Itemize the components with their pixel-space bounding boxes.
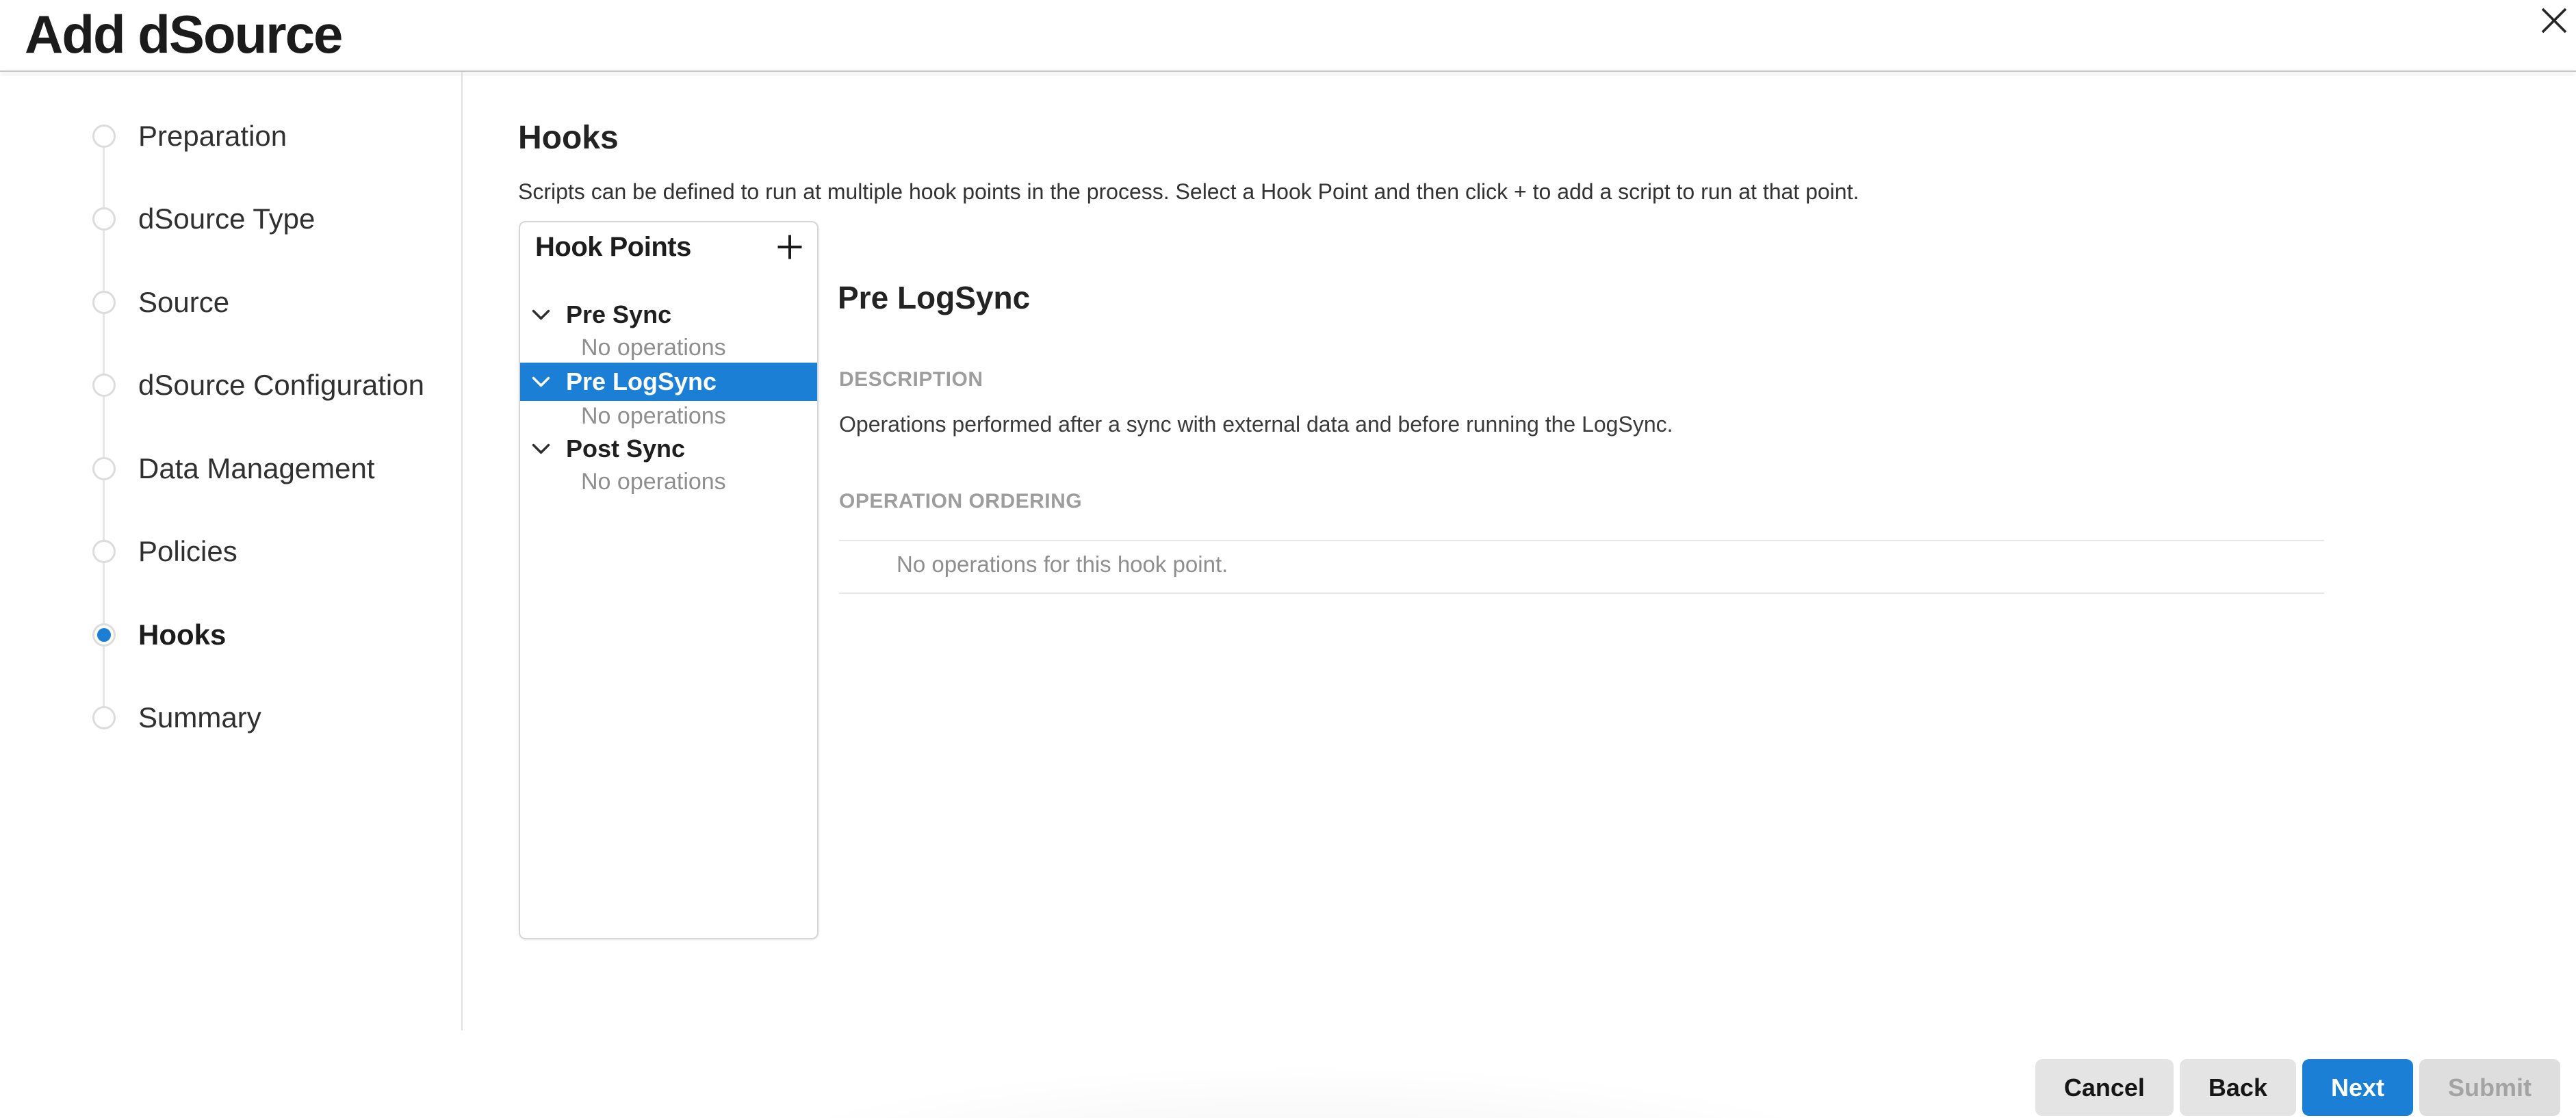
hook-point-row[interactable]: Pre Sync — [520, 297, 817, 333]
hook-points-title: Hook Points — [535, 233, 691, 261]
step-label: Data Management — [138, 452, 375, 485]
ordering-empty-text: No operations for this hook point. — [897, 551, 1228, 577]
sidebar-step[interactable]: Source — [0, 261, 461, 344]
page-title: Add dSource — [25, 1, 342, 68]
step-circle-icon — [92, 125, 116, 148]
add-dsource-dialog: Add dSource Preparation dSource Type Sou… — [0, 0, 2576, 1118]
step-circle-icon — [92, 207, 116, 231]
ordering-divider-bottom — [839, 593, 2324, 594]
footer-button[interactable]: Submit — [2419, 1059, 2560, 1116]
hook-point-row[interactable]: Post Sync — [520, 431, 817, 467]
active-step-dot — [97, 628, 111, 642]
hook-point-note: No operations — [520, 467, 817, 497]
hook-point-note: No operations — [520, 401, 817, 431]
hook-point-item: Post Sync No operations — [520, 431, 817, 497]
add-hook-button[interactable] — [775, 232, 805, 262]
selected-hook-heading: Pre LogSync — [838, 282, 1030, 313]
sidebar-step[interactable]: Data Management — [0, 427, 461, 510]
hook-point-label: Post Sync — [566, 434, 685, 463]
step-circle-icon — [92, 623, 116, 647]
step-label: Preparation — [138, 120, 287, 153]
ordering-divider-top — [839, 540, 2324, 541]
hook-point-note: No operations — [520, 333, 817, 363]
step-label: Hooks — [138, 619, 226, 651]
step-label: Summary — [138, 701, 261, 734]
sidebar-step[interactable]: Summary — [0, 677, 461, 760]
header-divider — [0, 70, 2576, 72]
description-section-label: DESCRIPTION — [839, 369, 983, 390]
step-label: dSource Type — [138, 203, 315, 235]
step-circle-icon — [92, 540, 116, 563]
hook-point-label: Pre LogSync — [566, 367, 717, 396]
step-circle-icon — [92, 457, 116, 480]
hook-point-row[interactable]: Pre LogSync — [520, 363, 817, 401]
hook-point-item: Pre Sync No operations — [520, 297, 817, 363]
wizard-stepper: Preparation dSource Type Source dSource … — [0, 94, 461, 759]
footer-button-bar: Cancel Back Next Submit — [2035, 1059, 2560, 1116]
step-label: dSource Configuration — [138, 369, 424, 402]
hook-points-list: Pre Sync No operations Pre LogSync No op… — [520, 297, 817, 497]
step-circle-icon — [92, 374, 116, 397]
sidebar-step[interactable]: Policies — [0, 510, 461, 594]
footer-button[interactable]: Next — [2302, 1059, 2413, 1116]
hooks-description: Scripts can be defined to run at multipl… — [518, 178, 2366, 205]
step-circle-icon — [92, 291, 116, 314]
sidebar-step[interactable]: Preparation — [0, 94, 461, 178]
footer-button[interactable]: Back — [2180, 1059, 2296, 1116]
operation-ordering-label: OPERATION ORDERING — [839, 491, 1082, 512]
close-icon — [2540, 6, 2568, 35]
step-label: Source — [138, 286, 229, 319]
chevron-down-icon — [532, 309, 550, 321]
plus-icon — [777, 234, 803, 260]
sidebar-step[interactable]: Hooks — [0, 593, 461, 677]
hook-point-item: Pre LogSync No operations — [520, 363, 817, 431]
footer-button[interactable]: Cancel — [2035, 1059, 2174, 1116]
hook-points-panel: Hook Points Pre Sync No operations — [519, 221, 819, 939]
sidebar-step[interactable]: dSource Configuration — [0, 344, 461, 428]
sidebar-divider — [461, 72, 463, 1030]
hooks-heading: Hooks — [518, 122, 619, 155]
hook-point-label: Pre Sync — [566, 300, 671, 329]
step-label: Policies — [138, 535, 237, 568]
chevron-down-icon — [532, 376, 550, 388]
hook-description-text: Operations performed after a sync with e… — [839, 411, 1673, 438]
footer-shadow — [513, 1015, 1950, 1118]
close-button[interactable] — [2532, 0, 2576, 41]
sidebar-step[interactable]: dSource Type — [0, 178, 461, 261]
step-circle-icon — [92, 706, 116, 729]
chevron-down-icon — [532, 443, 550, 455]
